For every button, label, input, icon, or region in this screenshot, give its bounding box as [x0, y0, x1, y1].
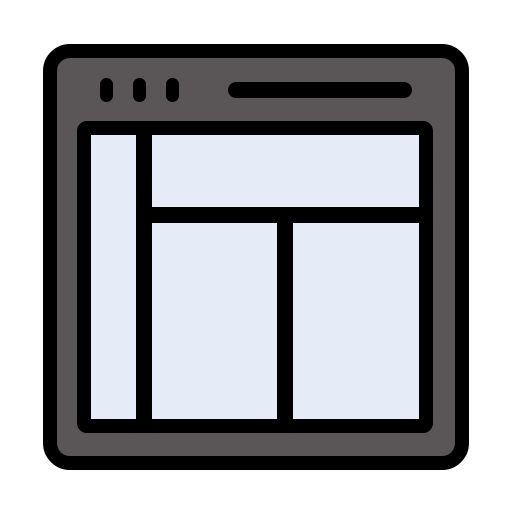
window-dot-1 — [100, 78, 113, 102]
browser-layout-icon — [43, 44, 469, 470]
content-area — [77, 121, 433, 433]
column-divider — [277, 207, 293, 426]
window-dot-2 — [133, 78, 146, 102]
window-dot-3 — [166, 78, 179, 102]
icon-canvas — [0, 0, 512, 512]
sidebar-divider — [136, 128, 152, 426]
window-dots — [100, 78, 179, 102]
address-bar — [228, 82, 412, 98]
